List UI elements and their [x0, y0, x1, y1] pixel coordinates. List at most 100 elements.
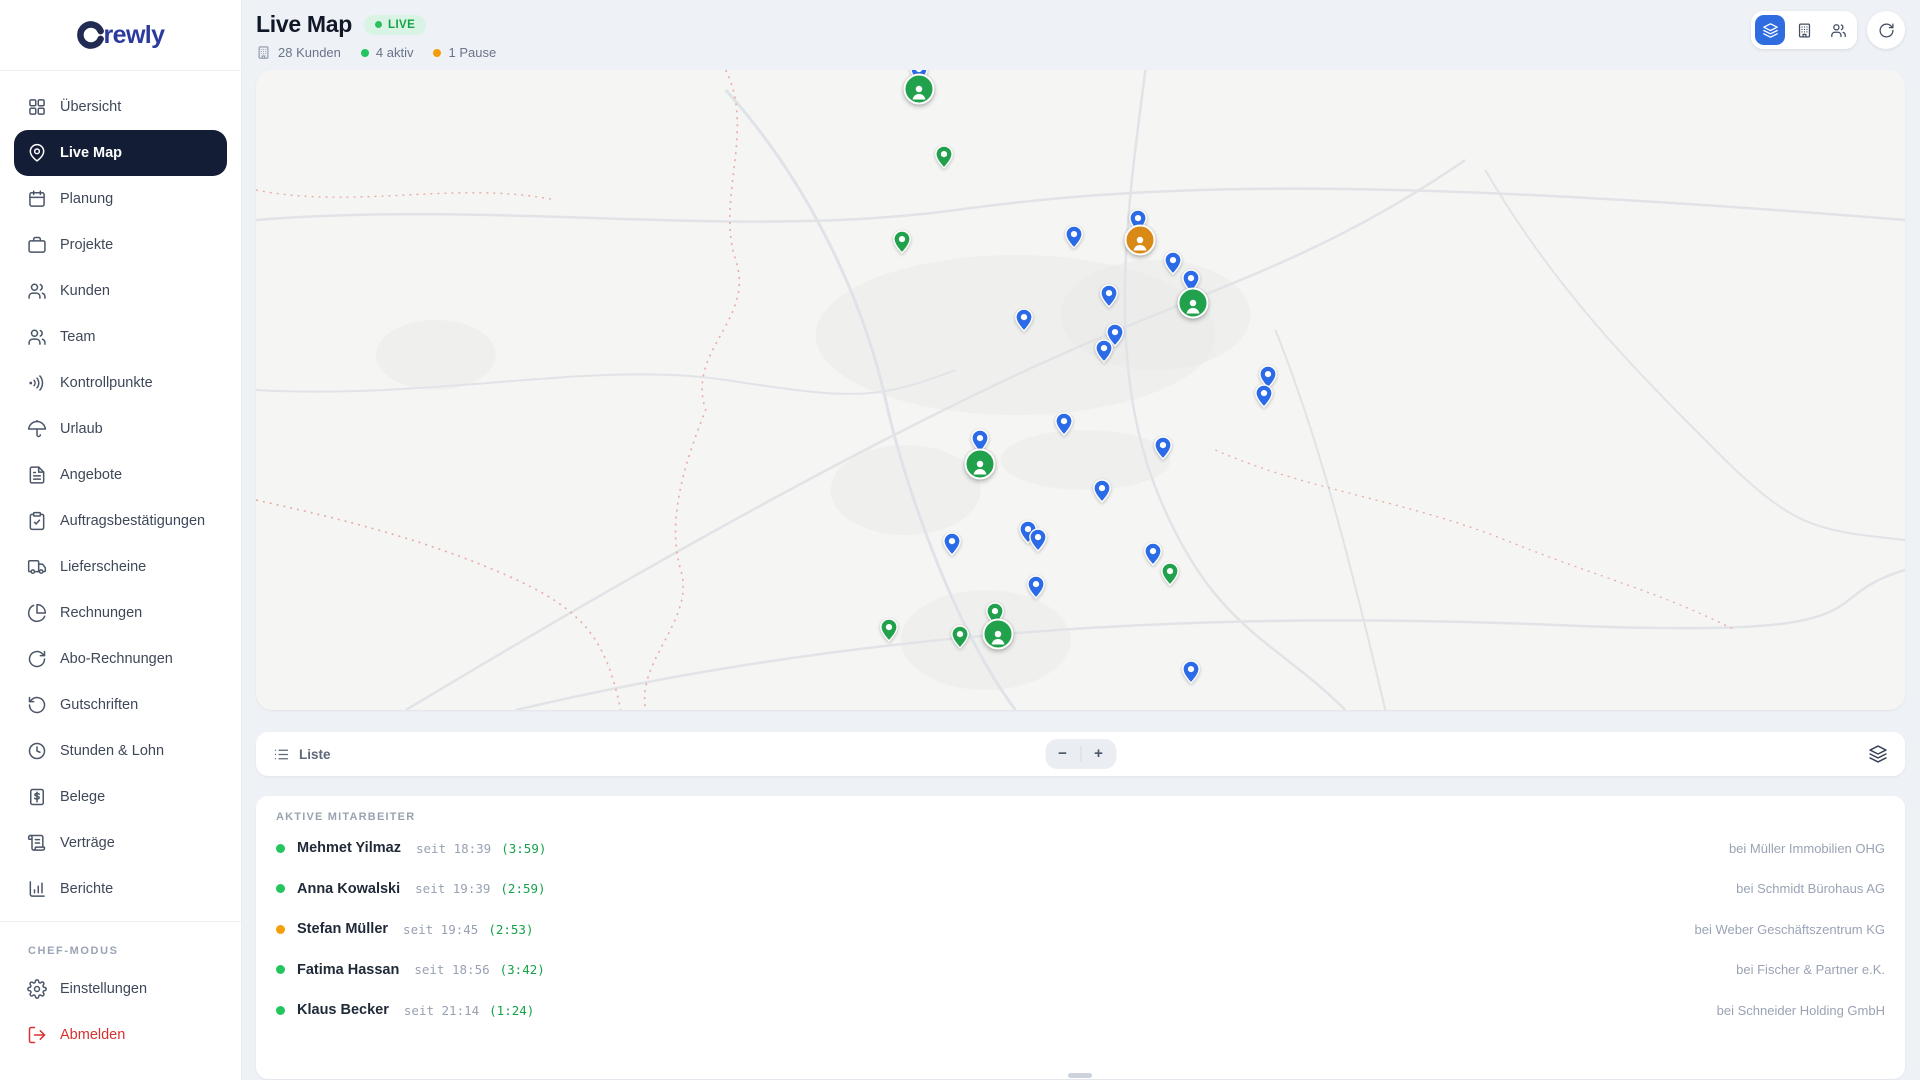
sidebar-footer-nav: Einstellungen Abmelden — [0, 966, 241, 1058]
receipt-icon — [27, 787, 47, 807]
crewly-logo-icon — [76, 21, 104, 49]
stat-aktiv: 4 aktiv — [360, 45, 413, 60]
gear-icon — [27, 979, 47, 999]
signal-icon — [27, 373, 47, 393]
map-marker-employee[interactable] — [964, 448, 996, 480]
bar-chart-icon — [27, 879, 47, 899]
map-marker-customer[interactable] — [1052, 412, 1077, 437]
bottom-sheet-handle[interactable] — [1068, 1073, 1092, 1078]
employee-status-dot-icon — [276, 843, 285, 853]
stat-kunden: 28 Kunden — [256, 45, 341, 60]
Klaus Becker[interactable]: Klaus Becker seit 21:14 (1:24) bei Schne… — [276, 990, 1885, 1031]
main-content: Live Map LIVE 28 Kunden 4 aktiv 1 Pause … — [241, 0, 1920, 1080]
sidebar-item-urlaub[interactable]: Urlaub — [14, 406, 227, 452]
logout-icon — [27, 1025, 47, 1045]
chef-modus-label: CHEF-MODUS — [28, 945, 119, 957]
map-marker-customer[interactable] — [1061, 225, 1086, 250]
page-header: Live Map LIVE 28 Kunden 4 aktiv 1 Pause — [256, 0, 1905, 70]
Mehmet Yilmaz[interactable]: Mehmet Yilmaz seit 18:39 (3:59) bei Müll… — [276, 828, 1885, 869]
live-badge: LIVE — [364, 14, 427, 35]
sidebar-item-belege[interactable]: Belege — [14, 774, 227, 820]
Anna Kowalski[interactable]: Anna Kowalski seit 19:39 (2:59) bei Schm… — [276, 869, 1885, 910]
sidebar-item-live-map[interactable]: Live Map — [14, 130, 227, 176]
map-marker-customer[interactable] — [1089, 479, 1114, 504]
refresh-button[interactable] — [1867, 11, 1905, 49]
map-marker-customer[interactable] — [1178, 659, 1203, 684]
map-marker-customer[interactable] — [1025, 527, 1050, 552]
sidebar-item-lieferscheine[interactable]: Lieferscheine — [14, 544, 227, 590]
sidebar-item-abo-rechnungen[interactable]: Abo-Rechnungen — [14, 636, 227, 682]
map-marker-employee[interactable] — [1177, 287, 1209, 319]
map-marker-customer[interactable] — [931, 144, 956, 169]
zoom-out-button[interactable]: − — [1045, 739, 1080, 769]
team-view-button[interactable] — [1823, 15, 1853, 45]
map-marker-employee[interactable] — [903, 73, 935, 105]
sidebar-item-abmelden[interactable]: Abmelden — [14, 1012, 227, 1058]
clipboard-check-icon — [27, 511, 47, 531]
calendar-icon — [27, 189, 47, 209]
app-logo: rewly — [0, 0, 241, 71]
employee-status-dot-icon — [276, 1005, 285, 1015]
sidebar-item-kontrollpunkte[interactable]: Kontrollpunkte — [14, 360, 227, 406]
live-map[interactable] — [256, 70, 1905, 710]
sidebar-item-uebersicht[interactable]: Übersicht — [14, 84, 227, 130]
building-icon — [256, 45, 271, 60]
active-employees-title: AKTIVE MITARBEITER — [276, 811, 416, 823]
map-marker-customer[interactable] — [1012, 308, 1037, 333]
map-marker-customer[interactable] — [1157, 561, 1182, 586]
sidebar-item-team[interactable]: Team — [14, 314, 227, 360]
sidebar-item-kunden[interactable]: Kunden — [14, 268, 227, 314]
Stefan Müller[interactable]: Stefan Müller seit 19:45 (2:53) bei Webe… — [276, 909, 1885, 950]
sidebar-item-planung[interactable]: Planung — [14, 176, 227, 222]
Fatima Hassan[interactable]: Fatima Hassan seit 18:56 (3:42) bei Fisc… — [276, 950, 1885, 991]
users-icon — [27, 281, 47, 301]
map-marker-customer[interactable] — [948, 625, 973, 650]
dashboard-icon — [27, 97, 47, 117]
sidebar-item-angebote[interactable]: Angebote — [14, 452, 227, 498]
map-marker-customer[interactable] — [1096, 284, 1121, 309]
sidebar-item-stunden-lohn[interactable]: Stunden & Lohn — [14, 728, 227, 774]
map-marker-employee[interactable] — [982, 618, 1014, 650]
layers-button[interactable] — [1868, 744, 1888, 764]
zoom-in-button[interactable]: + — [1081, 739, 1116, 769]
sidebar-item-vertraege[interactable]: Verträge — [14, 820, 227, 866]
sidebar-item-einstellungen[interactable]: Einstellungen — [14, 966, 227, 1012]
customers-view-button[interactable] — [1789, 15, 1819, 45]
map-marker-customer[interactable] — [1150, 435, 1175, 460]
undo-icon — [27, 695, 47, 715]
employee-status-dot-icon — [276, 965, 285, 975]
sidebar-item-berichte[interactable]: Berichte — [14, 866, 227, 912]
map-marker-customer[interactable] — [890, 229, 915, 254]
live-dot-icon — [375, 21, 383, 28]
document-icon — [27, 465, 47, 485]
truck-icon — [27, 557, 47, 577]
map-marker-customer[interactable] — [1251, 383, 1276, 408]
liste-button[interactable]: Liste — [273, 746, 331, 763]
map-marker-customer[interactable] — [877, 618, 902, 643]
pie-chart-icon — [27, 603, 47, 623]
list-icon — [273, 746, 290, 763]
map-marker-customer[interactable] — [1091, 339, 1116, 364]
map-marker-employee[interactable] — [1124, 224, 1156, 256]
sidebar: rewly Übersicht Live Map Planung Projekt… — [0, 0, 242, 1080]
map-marker-customer[interactable] — [1023, 575, 1048, 600]
map-marker-customer[interactable] — [939, 532, 964, 557]
map-toolbar: Liste − + — [256, 732, 1905, 776]
sidebar-item-gutschriften[interactable]: Gutschriften — [14, 682, 227, 728]
sidebar-item-auftragsbestaetigungen[interactable]: Auftragsbestätigungen — [14, 498, 227, 544]
employee-status-dot-icon — [276, 884, 285, 894]
umbrella-icon — [27, 419, 47, 439]
sidebar-item-projekte[interactable]: Projekte — [14, 222, 227, 268]
page-title: Live Map — [256, 11, 353, 37]
layers-view-button[interactable] — [1755, 15, 1785, 45]
sidebar-item-rechnungen[interactable]: Rechnungen — [14, 590, 227, 636]
contract-icon — [27, 833, 47, 853]
map-markers — [256, 70, 1905, 710]
refresh-icon — [27, 649, 47, 669]
active-employees-list: Mehmet Yilmaz seit 18:39 (3:59) bei Müll… — [276, 828, 1885, 1031]
active-employees-panel: AKTIVE MITARBEITER Mehmet Yilmaz seit 18… — [256, 796, 1905, 1079]
status-dot-icon — [360, 48, 369, 57]
brand-name: rewly — [103, 20, 166, 49]
stat-pause: 1 Pause — [433, 45, 496, 60]
zoom-control: − + — [1045, 739, 1116, 769]
